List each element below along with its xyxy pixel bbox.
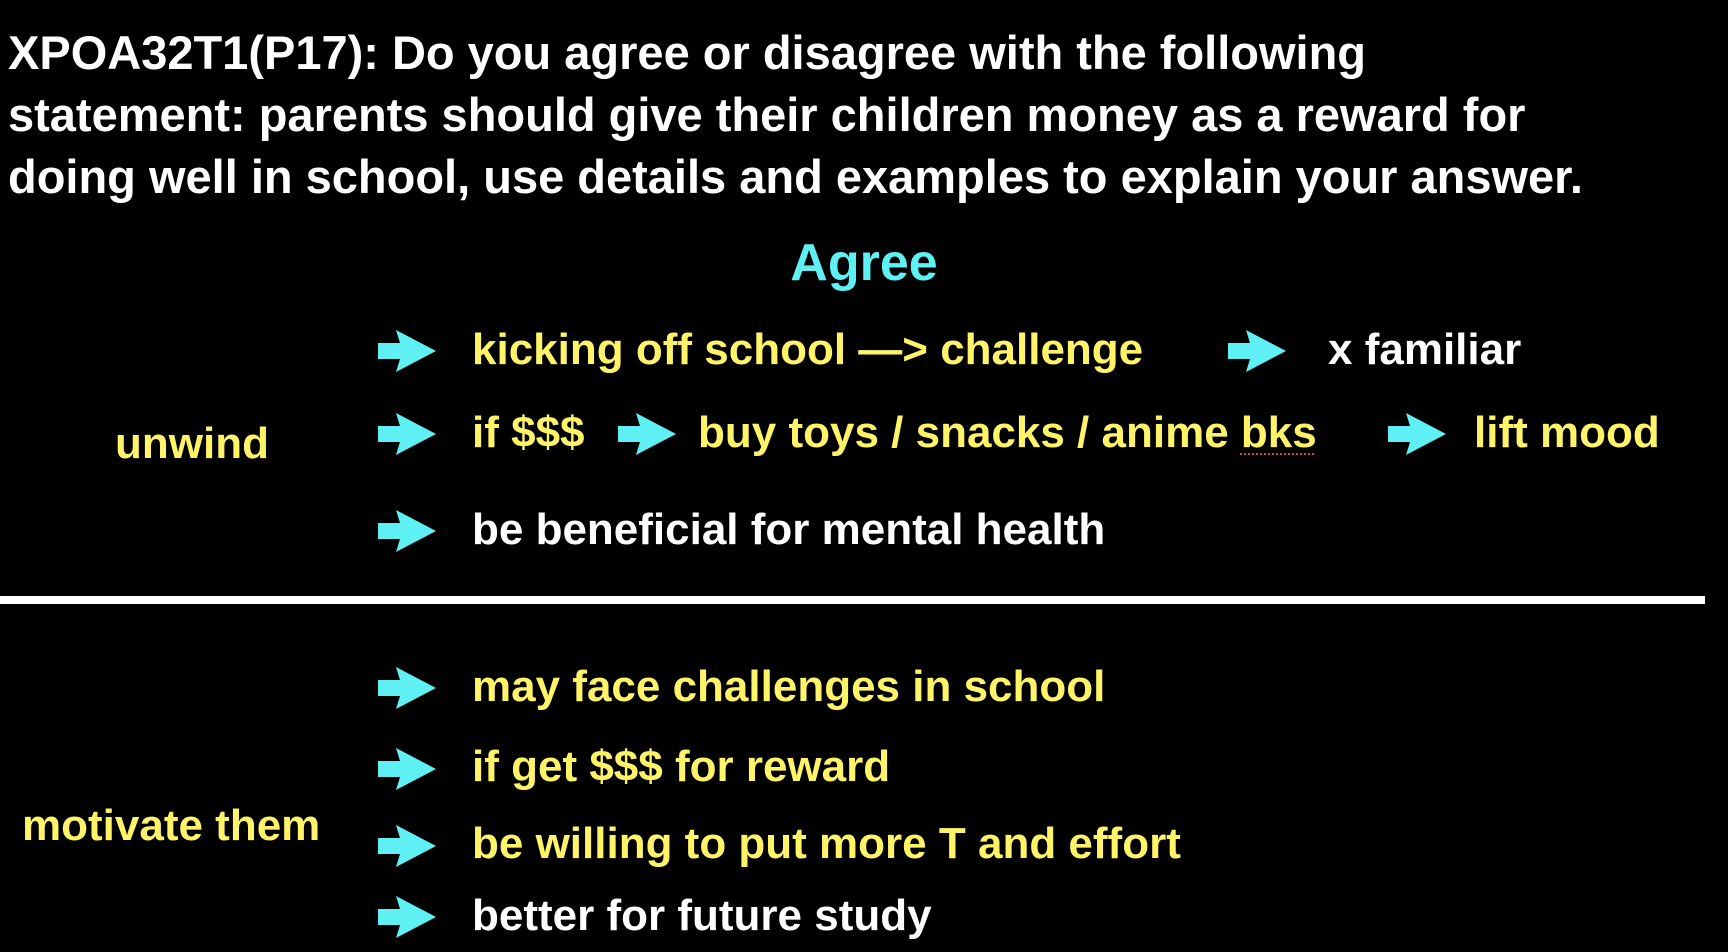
section-divider bbox=[0, 596, 1705, 604]
point-text: if $$$ bbox=[472, 408, 585, 457]
arrow-icon bbox=[378, 667, 436, 709]
arrow-icon bbox=[378, 748, 436, 790]
prompt-heading: XPOA32T1(P17): Do you agree or disagree … bbox=[8, 22, 1724, 208]
point-text-main: buy toys / snacks / anime bbox=[698, 408, 1241, 457]
prompt-line-2: statement: parents should give their chi… bbox=[8, 88, 1526, 141]
arrow-icon bbox=[378, 330, 436, 372]
point-text: if get $$$ for reward bbox=[472, 742, 891, 791]
stance-title: Agree bbox=[790, 234, 938, 292]
point-text: lift mood bbox=[1474, 408, 1660, 457]
arrow-icon bbox=[618, 413, 676, 455]
arrow-icon bbox=[1228, 330, 1286, 372]
point-text: be beneficial for mental health bbox=[472, 505, 1106, 554]
arrow-icon bbox=[378, 825, 436, 867]
section-label-motivate: motivate them bbox=[22, 801, 321, 850]
arrow-icon bbox=[1388, 413, 1446, 455]
arrow-icon bbox=[378, 413, 436, 455]
point-text: kicking off school —> challenge bbox=[472, 325, 1144, 374]
arrow-icon bbox=[378, 896, 436, 938]
point-text: x familiar bbox=[1328, 325, 1522, 374]
misspelled-word: bks bbox=[1240, 408, 1317, 457]
point-text: better for future study bbox=[472, 891, 932, 940]
arrow-icon bbox=[378, 510, 436, 552]
point-text: buy toys / snacks / anime bks bbox=[698, 407, 1317, 459]
point-text: may face challenges in school bbox=[472, 662, 1106, 711]
prompt-line-1: XPOA32T1(P17): Do you agree or disagree … bbox=[8, 26, 1367, 79]
prompt-line-3: doing well in school, use details and ex… bbox=[8, 150, 1583, 203]
point-text: be willing to put more T and effort bbox=[472, 819, 1181, 868]
section-label-unwind: unwind bbox=[115, 419, 269, 468]
